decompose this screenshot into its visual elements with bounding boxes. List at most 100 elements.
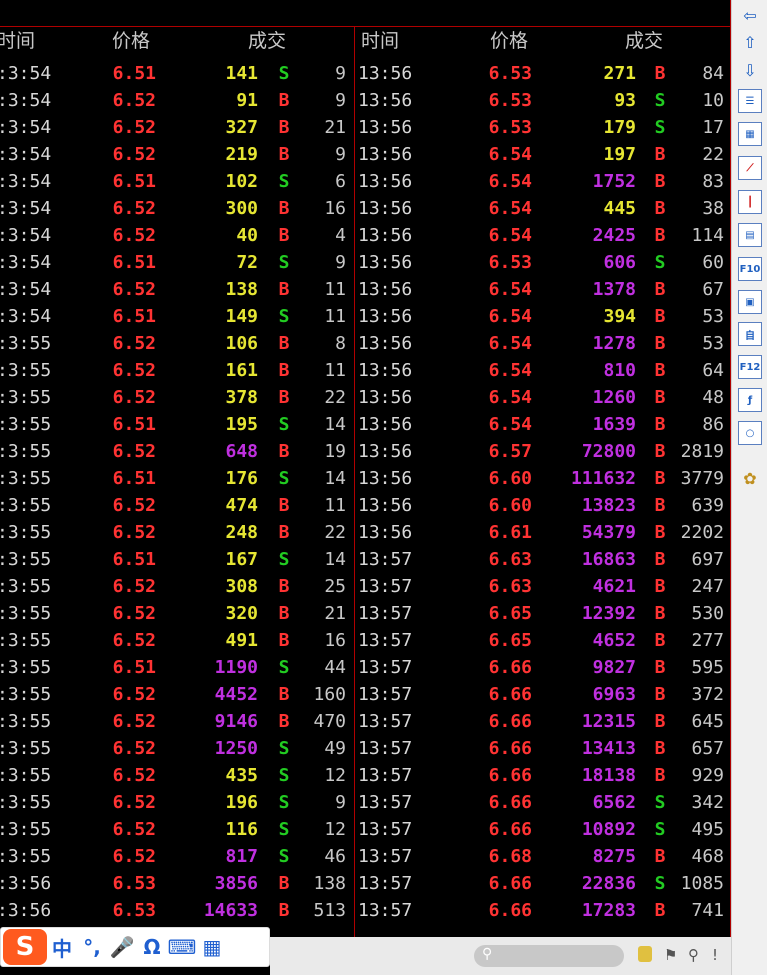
- alert-icon[interactable]: !: [712, 946, 718, 964]
- trade-volume: 394: [603, 306, 636, 327]
- trade-volume: 4652: [592, 630, 636, 651]
- trade-time: 13:56: [358, 225, 413, 246]
- trade-count: 48: [702, 387, 724, 408]
- self-select-icon[interactable]: 自: [738, 322, 762, 346]
- flag-icon[interactable]: ⚑: [664, 946, 677, 964]
- keyboard-icon[interactable]: ⌨: [167, 935, 197, 959]
- trade-count: 741: [691, 900, 724, 921]
- trade-direction: B: [654, 144, 666, 165]
- header-price-right: 价格: [490, 30, 529, 52]
- sogou-logo-icon[interactable]: S: [3, 929, 47, 965]
- search-icon: ⚲: [482, 946, 493, 962]
- trade-row: 13:56 6.53 179 S 17: [0, 114, 731, 141]
- trade-time: 13:57: [358, 576, 413, 597]
- trade-row: 13:56 6.54 1278 B 53: [0, 330, 731, 357]
- language-toggle[interactable]: 中: [47, 933, 77, 962]
- circle-icon[interactable]: ○: [738, 421, 762, 445]
- trade-time: 13:57: [358, 819, 413, 840]
- trade-direction: S: [654, 117, 666, 138]
- trade-time: 13:57: [358, 900, 413, 921]
- trade-row: 13:56 6.54 1639 B 86: [0, 411, 731, 438]
- trade-direction: B: [654, 765, 666, 786]
- trade-direction: B: [654, 603, 666, 624]
- trade-price: 6.63: [488, 549, 532, 570]
- pin-icon[interactable]: ⚲: [688, 946, 699, 964]
- trade-row: 13:57 6.66 6963 B 372: [0, 681, 731, 708]
- arrow-left-icon[interactable]: ⇦: [738, 3, 762, 27]
- trade-row: 13:56 6.54 394 B 53: [0, 303, 731, 330]
- trade-count: 372: [691, 684, 724, 705]
- trade-row: 13:56 6.54 197 B 22: [0, 141, 731, 168]
- smiley-icon[interactable]: [638, 946, 652, 962]
- trade-volume: 16863: [581, 549, 636, 570]
- trade-direction: B: [654, 333, 666, 354]
- trade-time: 13:57: [358, 549, 413, 570]
- trade-row: 13:57 6.66 22836 S 1085: [0, 870, 731, 897]
- f10-icon[interactable]: F10: [738, 257, 762, 281]
- trade-direction: B: [654, 900, 666, 921]
- trade-direction: B: [654, 171, 666, 192]
- trade-direction: B: [654, 549, 666, 570]
- trade-row: 13:56 6.54 1260 B 48: [0, 384, 731, 411]
- apps-grid-icon[interactable]: ▦: [197, 935, 227, 959]
- trade-count: 10: [702, 90, 724, 111]
- trade-row: 13:57 6.63 16863 B 697: [0, 546, 731, 573]
- search-box[interactable]: ⚲: [474, 945, 624, 967]
- trade-price: 6.66: [488, 684, 532, 705]
- trade-volume: 2425: [592, 225, 636, 246]
- trade-time: 13:57: [358, 792, 413, 813]
- news-icon[interactable]: ▤: [738, 223, 762, 247]
- trade-price: 6.63: [488, 576, 532, 597]
- trade-count: 114: [691, 225, 724, 246]
- trade-volume: 1752: [592, 171, 636, 192]
- trade-direction: B: [654, 657, 666, 678]
- symbol-icon[interactable]: Ω: [137, 935, 167, 959]
- trade-row: 13:56 6.60 13823 B 639: [0, 492, 731, 519]
- header-price-left: 价格: [112, 30, 151, 52]
- trade-time: 13:57: [358, 684, 413, 705]
- header-time-right: 时间: [361, 30, 400, 52]
- trade-direction: B: [654, 387, 666, 408]
- trade-direction: B: [654, 198, 666, 219]
- trade-volume: 9827: [592, 657, 636, 678]
- candlestick-icon[interactable]: ┃: [738, 190, 762, 214]
- gear-icon[interactable]: ✿: [738, 466, 762, 490]
- arrow-down-icon[interactable]: ⇩: [738, 58, 762, 82]
- stock-icon[interactable]: ▣: [738, 290, 762, 314]
- formula-icon[interactable]: ƒ: [738, 388, 762, 412]
- trade-time: 13:57: [358, 711, 413, 732]
- trade-price: 6.54: [488, 414, 532, 435]
- trade-count: 2819: [680, 441, 724, 462]
- trade-direction: B: [654, 279, 666, 300]
- trade-direction: B: [654, 576, 666, 597]
- trade-row: 13:56 6.53 606 S 60: [0, 249, 731, 276]
- f12-icon[interactable]: F12: [738, 355, 762, 379]
- trade-volume: 6963: [592, 684, 636, 705]
- trade-volume: 810: [603, 360, 636, 381]
- trade-direction: B: [654, 495, 666, 516]
- trade-count: 84: [702, 63, 724, 84]
- trade-volume: 54379: [581, 522, 636, 543]
- trade-direction: S: [654, 873, 666, 894]
- arrow-up-icon[interactable]: ⇧: [738, 30, 762, 54]
- trade-price: 6.60: [488, 468, 532, 489]
- list-icon[interactable]: ☰: [738, 89, 762, 113]
- trade-count: 1085: [680, 873, 724, 894]
- punctuation-toggle[interactable]: °,: [77, 935, 107, 959]
- trade-row: 13:57 6.65 4652 B 277: [0, 627, 731, 654]
- trade-row: 13:56 6.54 2425 B 114: [0, 222, 731, 249]
- trade-time: 13:57: [358, 873, 413, 894]
- trade-direction: B: [654, 711, 666, 732]
- trade-time: 13:57: [358, 657, 413, 678]
- line-chart-icon[interactable]: ⟋: [738, 156, 762, 180]
- trade-price: 6.65: [488, 630, 532, 651]
- trade-direction: S: [654, 819, 666, 840]
- trade-row: 13:56 6.57 72800 B 2819: [0, 438, 731, 465]
- trade-count: 60: [702, 252, 724, 273]
- grid-icon[interactable]: ▦: [738, 122, 762, 146]
- microphone-icon[interactable]: 🎤: [107, 935, 137, 959]
- trade-volume: 18138: [581, 765, 636, 786]
- trade-volume: 13413: [581, 738, 636, 759]
- trade-time: 13:57: [358, 765, 413, 786]
- trade-count: 53: [702, 333, 724, 354]
